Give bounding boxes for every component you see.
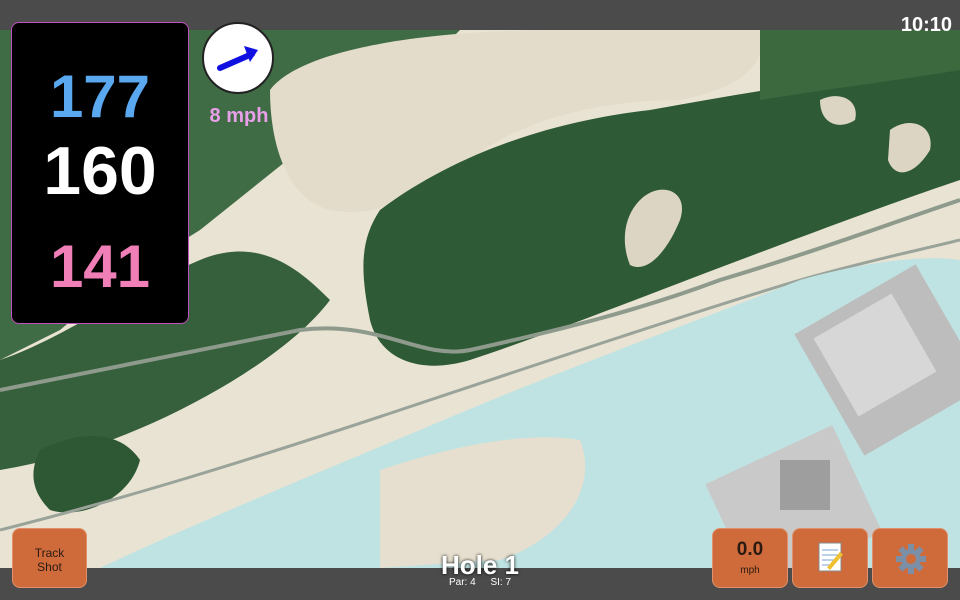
speed-value: 0.0 (736, 539, 764, 560)
wind-speed: 8 mph (209, 105, 269, 127)
speed-button[interactable]: 0.0 mph (712, 528, 788, 588)
clock: 10:10 (900, 14, 952, 36)
distance-front: 141 (49, 233, 151, 300)
distance-back: 177 (49, 63, 151, 130)
notepad-icon (818, 542, 843, 572)
wind-arrow-icon (217, 46, 258, 71)
hole-title: Hole 1 (440, 550, 520, 580)
track-shot-label-line1: Track (34, 546, 65, 560)
notes-button[interactable] (792, 528, 868, 588)
distance-middle: 160 (43, 133, 157, 209)
hole-info: Par: 4 SI: 7 (400, 577, 560, 589)
hole-par: Par: 4 (448, 577, 476, 588)
track-shot-label-line2: Shot (37, 560, 62, 574)
speed-unit: mph (740, 565, 760, 576)
hole-si: SI: 7 (490, 577, 512, 588)
settings-button[interactable] (872, 528, 948, 588)
gear-icon (896, 544, 926, 574)
wind-indicator (202, 22, 274, 94)
distance-panel: 177 160 141 (11, 22, 189, 324)
track-shot-button[interactable]: Track Shot (12, 528, 87, 588)
